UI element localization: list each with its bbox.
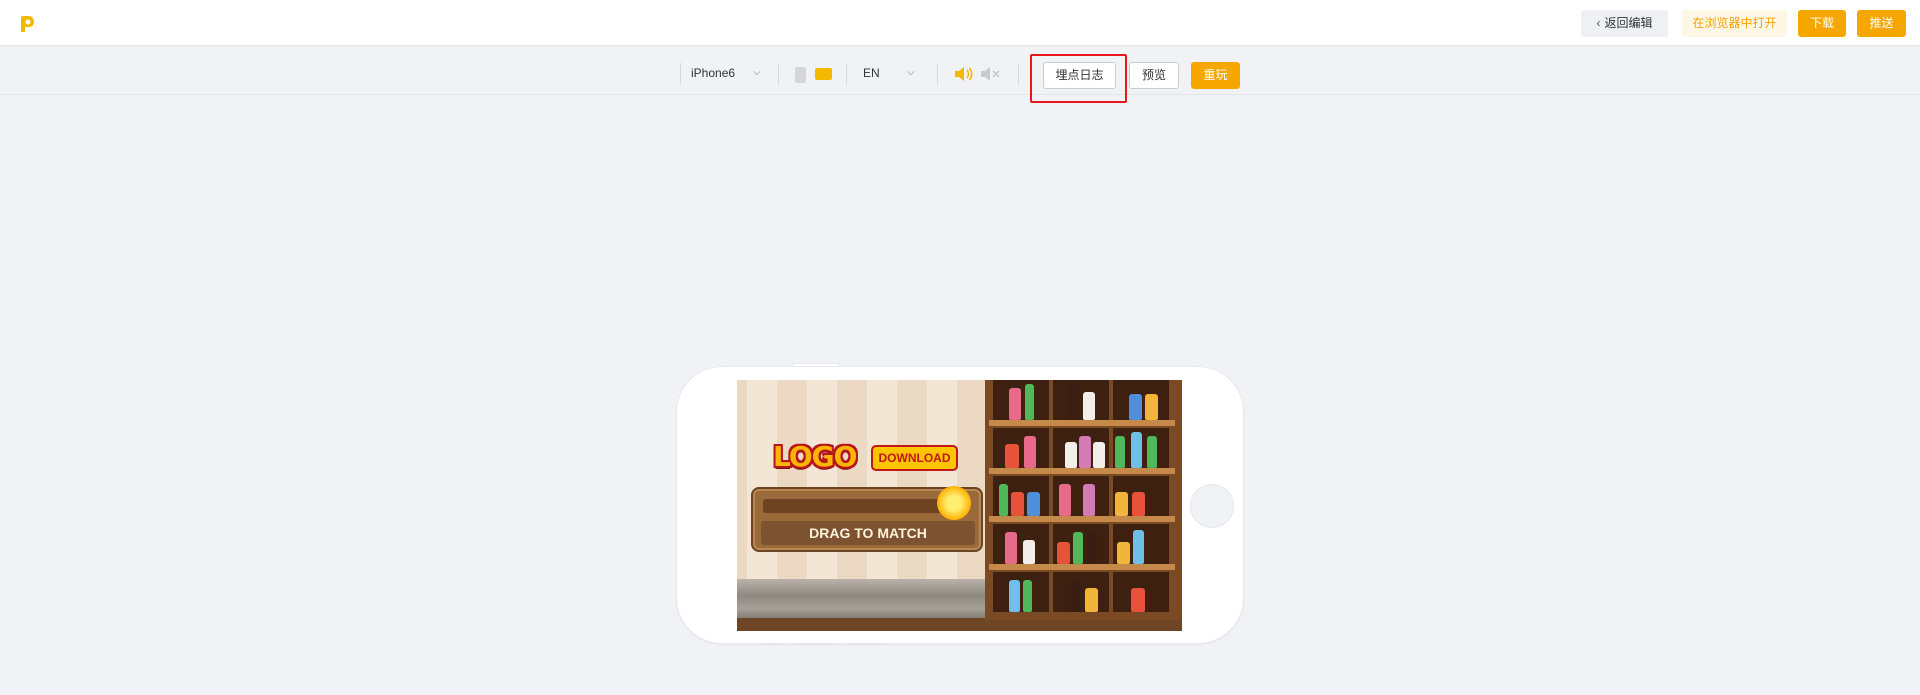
shelf-cell bbox=[1053, 380, 1109, 422]
replay-button[interactable]: 重玩 bbox=[1191, 62, 1240, 89]
landscape-orientation-icon[interactable] bbox=[815, 68, 832, 80]
highlight-annotation bbox=[1030, 54, 1127, 103]
divider bbox=[937, 63, 938, 85]
chevron-left-icon: ‹ bbox=[1596, 16, 1601, 30]
drag-to-match-label: DRAG TO MATCH bbox=[761, 521, 975, 545]
can-item[interactable] bbox=[1011, 492, 1024, 516]
bottle-item[interactable] bbox=[1073, 532, 1083, 564]
game-download-button[interactable]: DOWNLOAD bbox=[871, 445, 958, 471]
can-item[interactable] bbox=[1129, 394, 1142, 420]
bottle-item[interactable] bbox=[1083, 484, 1095, 516]
bottle-item[interactable] bbox=[1087, 532, 1097, 564]
phone-home-button bbox=[1190, 484, 1234, 528]
can-item[interactable] bbox=[1145, 394, 1158, 420]
preview-button[interactable]: 预览 bbox=[1129, 62, 1179, 89]
app-logo-icon[interactable] bbox=[18, 14, 36, 34]
wall-stripe bbox=[867, 380, 897, 590]
bottle-item[interactable] bbox=[1065, 442, 1077, 468]
back-to-edit-label: 返回编辑 bbox=[1604, 16, 1653, 30]
shelf-plank bbox=[989, 420, 1175, 426]
wall-stripe bbox=[747, 380, 777, 590]
can-item[interactable] bbox=[1027, 492, 1040, 516]
bottle-item[interactable] bbox=[999, 484, 1008, 516]
divider bbox=[778, 63, 779, 85]
can-item[interactable] bbox=[1057, 542, 1070, 564]
divider bbox=[680, 63, 681, 85]
can-item[interactable] bbox=[1085, 588, 1098, 612]
back-to-edit-button[interactable]: ‹ 返回编辑 bbox=[1581, 10, 1668, 37]
bottle-item[interactable] bbox=[1083, 392, 1095, 420]
sound-on-icon[interactable] bbox=[954, 66, 974, 82]
can-item[interactable] bbox=[1131, 588, 1145, 612]
bottle-item[interactable] bbox=[1071, 580, 1081, 612]
can-item[interactable] bbox=[1115, 492, 1128, 516]
bottle-item[interactable] bbox=[1023, 540, 1035, 564]
app-header: ‹ 返回编辑 在浏览器中打开 下载 推送 bbox=[0, 0, 1920, 46]
shelf-cell bbox=[993, 524, 1049, 566]
chevron-down-icon: ⌵ bbox=[907, 67, 915, 78]
shelf-cell bbox=[993, 380, 1049, 422]
bottle-item[interactable] bbox=[1115, 436, 1125, 468]
divider bbox=[846, 63, 847, 85]
shelf-plank bbox=[989, 468, 1175, 474]
wall-stripe bbox=[807, 380, 837, 590]
progress-bar bbox=[763, 499, 951, 513]
language-select[interactable]: EN ⌵ bbox=[863, 61, 921, 85]
bottle-item[interactable] bbox=[1024, 436, 1036, 468]
bottle-item[interactable] bbox=[1009, 580, 1020, 612]
bottle-item[interactable] bbox=[1133, 530, 1144, 564]
can-item[interactable] bbox=[1005, 444, 1019, 468]
download-button[interactable]: 下载 bbox=[1798, 10, 1846, 37]
open-in-browser-button[interactable]: 在浏览器中打开 bbox=[1682, 10, 1787, 37]
game-logo: LOGO bbox=[773, 440, 857, 473]
portrait-orientation-icon[interactable] bbox=[795, 67, 806, 83]
shelf-cell bbox=[1053, 572, 1109, 612]
shelf-cell bbox=[993, 428, 1049, 470]
bottle-item[interactable] bbox=[1005, 532, 1017, 564]
bottle-item[interactable] bbox=[1009, 388, 1021, 420]
push-button[interactable]: 推送 bbox=[1857, 10, 1906, 37]
wall-molding bbox=[737, 579, 987, 621]
shelf-plank bbox=[989, 516, 1175, 522]
bottle-item[interactable] bbox=[1147, 436, 1157, 468]
sun-icon bbox=[937, 486, 971, 520]
mute-icon[interactable] bbox=[980, 66, 1002, 82]
bottle-item[interactable] bbox=[1093, 442, 1105, 468]
device-select[interactable]: iPhone6 ⌵ bbox=[691, 61, 767, 85]
bottle-item[interactable] bbox=[1025, 384, 1034, 420]
wall-stripe bbox=[927, 380, 957, 590]
divider bbox=[1018, 63, 1019, 85]
chevron-down-icon: ⌵ bbox=[753, 67, 761, 78]
ad-preview-screen[interactable]: LOGO DOWNLOAD DRAG TO MATCH bbox=[737, 380, 1182, 631]
bottle-item[interactable] bbox=[1059, 484, 1071, 516]
bottle-item[interactable] bbox=[1079, 436, 1091, 468]
language-select-value: EN bbox=[863, 66, 880, 80]
device-select-value: iPhone6 bbox=[691, 66, 736, 80]
bottle-item[interactable] bbox=[1131, 432, 1142, 468]
shelf-plank bbox=[989, 564, 1175, 570]
can-item[interactable] bbox=[1117, 542, 1130, 564]
preview-toolbar: iPhone6 ⌵ EN ⌵ 埋点日志 预览 重玩 bbox=[0, 47, 1920, 95]
shelf-cell bbox=[993, 572, 1049, 612]
can-item[interactable] bbox=[1132, 492, 1145, 516]
bottle-item[interactable] bbox=[1069, 384, 1079, 420]
bottle-item[interactable] bbox=[1023, 580, 1032, 612]
